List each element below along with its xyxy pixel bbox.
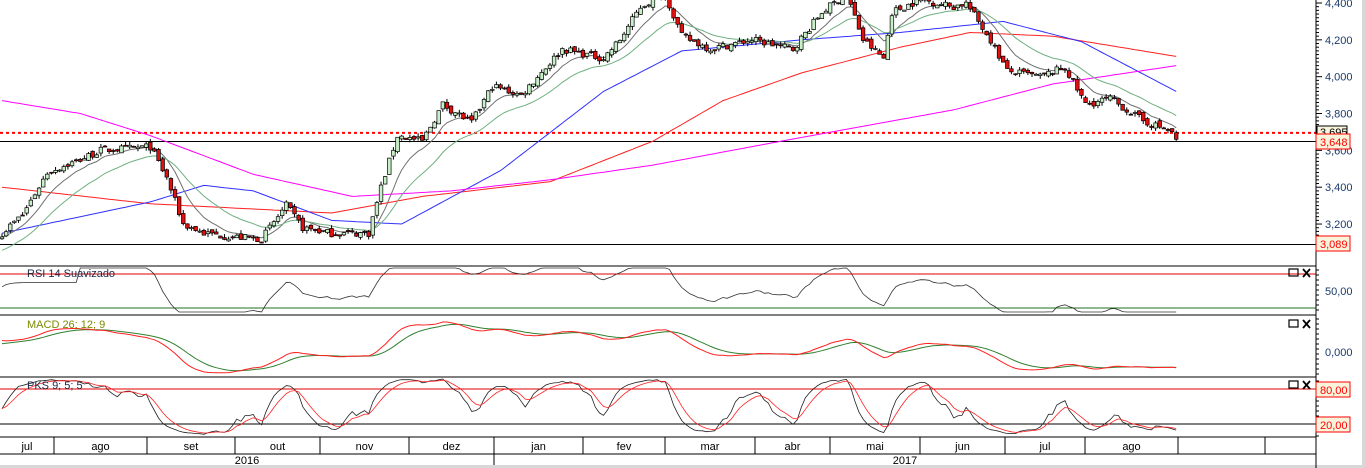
month-label: fev xyxy=(617,441,632,453)
candle xyxy=(840,0,845,6)
candle xyxy=(193,226,198,232)
candle xyxy=(856,14,862,30)
macd-tick: 0,000 xyxy=(1325,347,1353,359)
candle xyxy=(692,39,697,42)
price-tick-label: 3,400 xyxy=(1325,182,1353,194)
month-label: jan xyxy=(530,441,546,453)
candle xyxy=(1001,55,1006,63)
candle xyxy=(605,51,610,63)
price-tick-label: 4,400 xyxy=(1325,0,1353,10)
candle xyxy=(288,202,293,209)
candle xyxy=(819,12,825,19)
candle xyxy=(811,17,816,31)
month-label: mai xyxy=(866,441,884,453)
candle xyxy=(461,112,466,120)
pks-level-20-label: 20,00 xyxy=(1315,416,1351,433)
candle xyxy=(486,89,491,103)
month-label: jun xyxy=(954,441,970,453)
candle xyxy=(972,6,977,13)
candle xyxy=(902,9,907,12)
candle xyxy=(436,110,441,125)
candle xyxy=(885,33,890,60)
pks-level-80-label: 80,00 xyxy=(1315,381,1351,398)
month-label: abr xyxy=(785,441,801,453)
candle xyxy=(906,3,911,10)
candle xyxy=(724,45,730,50)
candle xyxy=(852,0,857,16)
month-label: ago xyxy=(91,441,109,453)
marker-label-3648: 3,648 xyxy=(1315,133,1351,150)
candle xyxy=(156,147,161,162)
svg-text:80,00: 80,00 xyxy=(1320,385,1348,397)
candle xyxy=(976,11,981,24)
marker-label-3089: 3,089 xyxy=(1315,235,1351,252)
candle xyxy=(378,181,384,205)
month-label: out xyxy=(270,441,285,453)
candle xyxy=(527,83,532,96)
candle xyxy=(395,136,400,154)
rsi-tick: 50,00 xyxy=(1325,286,1353,298)
svg-text:20,00: 20,00 xyxy=(1320,420,1348,432)
candle xyxy=(984,30,989,36)
candle xyxy=(387,157,392,175)
candle xyxy=(139,145,145,148)
price-tick-label: 3,800 xyxy=(1325,109,1353,121)
price-tick-label: 3,200 xyxy=(1325,219,1353,231)
price-tick-label: 4,200 xyxy=(1325,35,1353,47)
candle xyxy=(428,126,433,133)
candle xyxy=(177,196,182,217)
candle xyxy=(218,235,223,239)
month-label: nov xyxy=(356,441,374,453)
rsi-label[interactable]: RSI 14 Suavizado xyxy=(27,268,115,280)
candle xyxy=(996,44,1002,62)
candle xyxy=(86,152,91,162)
month-label: dez xyxy=(443,441,461,453)
price-tick-label: 4,000 xyxy=(1325,72,1353,84)
candle xyxy=(242,234,248,241)
candle xyxy=(403,137,408,140)
candle xyxy=(1169,128,1175,133)
candle xyxy=(432,120,437,129)
candle xyxy=(160,156,165,173)
candle xyxy=(799,34,804,52)
candle xyxy=(860,25,866,44)
year-label: 2016 xyxy=(235,455,259,467)
candle xyxy=(889,13,895,37)
candle xyxy=(259,241,264,244)
macd-label[interactable]: MACD 26; 12; 9 xyxy=(27,319,105,331)
candle xyxy=(300,215,305,233)
pks-label[interactable]: PKS 9; 5; 5 xyxy=(27,380,83,392)
candle xyxy=(383,176,388,185)
candle xyxy=(370,216,375,239)
candle xyxy=(1120,103,1125,111)
candle xyxy=(729,43,734,53)
candle xyxy=(420,134,425,141)
candle xyxy=(613,40,619,54)
candle xyxy=(935,4,940,9)
svg-text:3,089: 3,089 xyxy=(1320,239,1348,251)
month-label: ago xyxy=(1122,441,1140,453)
month-label: mar xyxy=(701,441,720,453)
candle xyxy=(424,130,429,142)
month-label: set xyxy=(184,441,199,453)
svg-text:3,648: 3,648 xyxy=(1320,137,1348,149)
month-label: jul xyxy=(1038,441,1050,453)
month-label: jul xyxy=(20,441,32,453)
year-label: 2017 xyxy=(893,455,917,467)
stock-chart: 4,4004,2004,0003,8003,6003,4003,200 RSI … xyxy=(0,0,1365,468)
